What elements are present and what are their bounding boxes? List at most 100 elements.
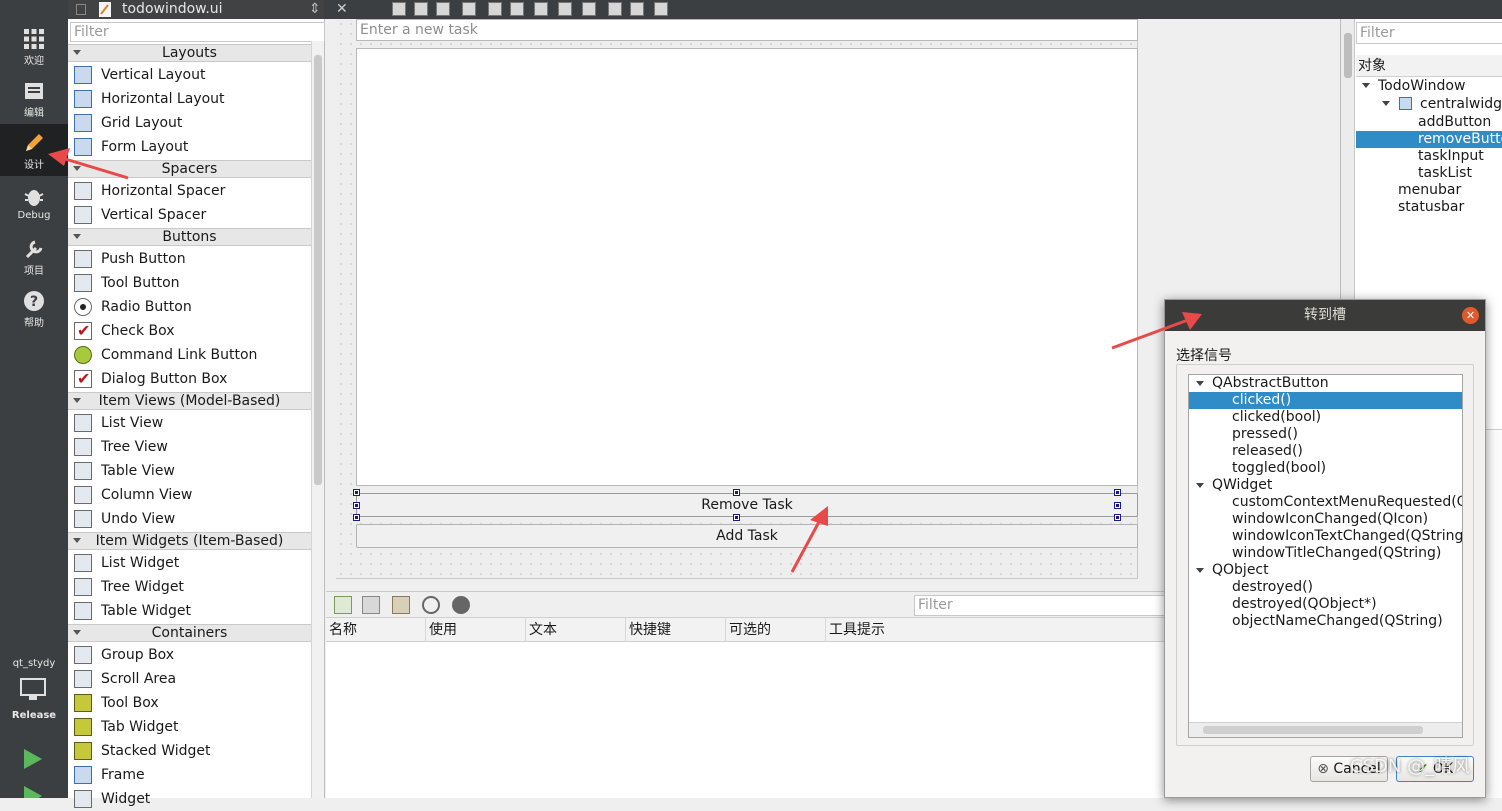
category-buttons[interactable]: Buttons: [68, 228, 311, 246]
signal-item[interactable]: released(): [1189, 443, 1462, 460]
object-item[interactable]: menubar: [1398, 182, 1461, 199]
widget-box-scrollbar[interactable]: [311, 41, 324, 798]
column-header[interactable]: 名称: [326, 618, 426, 642]
file-tab[interactable]: todowindow.ui ⇕: [68, 0, 324, 19]
category-containers[interactable]: Containers: [68, 624, 311, 642]
signal-item-selected[interactable]: clicked(): [1189, 392, 1462, 409]
selection-handle[interactable]: [1114, 489, 1121, 496]
signal-group[interactable]: QObject: [1189, 562, 1462, 579]
paste-icon[interactable]: [392, 596, 410, 614]
task-list-widget[interactable]: [356, 48, 1138, 486]
expand-arrow-icon[interactable]: [1362, 83, 1370, 88]
object-item[interactable]: taskList: [1418, 165, 1472, 182]
widget-item[interactable]: Push Button: [68, 247, 311, 271]
widget-item[interactable]: Tree Widget: [68, 575, 311, 599]
column-header[interactable]: 文本: [526, 618, 626, 642]
signal-item[interactable]: windowIconChanged(QIcon): [1189, 511, 1462, 528]
widget-item[interactable]: Widget: [68, 787, 311, 811]
selection-handle[interactable]: [1114, 514, 1121, 521]
layout-form-icon[interactable]: [582, 2, 596, 16]
signal-item[interactable]: objectNameChanged(QString): [1189, 613, 1462, 630]
mode-projects[interactable]: 项目: [0, 234, 68, 284]
object-item[interactable]: statusbar: [1398, 199, 1464, 216]
widget-item[interactable]: Table View: [68, 459, 311, 483]
mode-edit[interactable]: 编辑: [0, 76, 68, 126]
edit-signals-icon[interactable]: [414, 2, 428, 16]
widget-item[interactable]: Stacked Widget: [68, 739, 311, 763]
mode-design[interactable]: 设计: [0, 124, 68, 176]
horizontal-scrollbar[interactable]: [1189, 722, 1462, 737]
column-header[interactable]: 工具提示: [826, 618, 1166, 642]
break-layout-icon[interactable]: [630, 2, 644, 16]
signal-item[interactable]: windowIconTextChanged(QString): [1189, 528, 1462, 545]
widget-item[interactable]: List Widget: [68, 551, 311, 575]
close-icon[interactable]: ✕: [336, 0, 348, 19]
signal-item[interactable]: toggled(bool): [1189, 460, 1462, 477]
widget-item[interactable]: Horizontal Spacer: [68, 179, 311, 203]
widget-item[interactable]: Check Box: [68, 319, 311, 343]
widget-item[interactable]: Vertical Spacer: [68, 203, 311, 227]
category-spacers[interactable]: Spacers: [68, 160, 311, 178]
selection-handle[interactable]: [353, 502, 360, 509]
settings-gear-icon[interactable]: [452, 596, 470, 614]
signal-item[interactable]: windowTitleChanged(QString): [1189, 545, 1462, 562]
dropdown-chevron-icon[interactable]: ⇕: [309, 0, 321, 19]
widget-item[interactable]: Table Widget: [68, 599, 311, 623]
signal-item[interactable]: destroyed(): [1189, 579, 1462, 596]
form-canvas[interactable]: Enter a new task Remove Task Add Task: [336, 19, 1138, 579]
widget-item[interactable]: Undo View: [68, 507, 311, 531]
widget-item[interactable]: Tree View: [68, 435, 311, 459]
category-layouts[interactable]: Layouts: [68, 44, 311, 62]
layout-grid-icon[interactable]: [608, 2, 622, 16]
column-header[interactable]: 快捷键: [626, 618, 726, 642]
signal-item[interactable]: clicked(bool): [1189, 409, 1462, 426]
signal-item[interactable]: destroyed(QObject*): [1189, 596, 1462, 613]
widget-item[interactable]: Scroll Area: [68, 667, 311, 691]
widget-item[interactable]: Frame: [68, 763, 311, 787]
layout-splitter-v-icon[interactable]: [558, 2, 572, 16]
task-input-field[interactable]: Enter a new task: [356, 19, 1138, 41]
mode-help[interactable]: ? 帮助: [0, 286, 68, 336]
widget-item[interactable]: Form Layout: [68, 135, 311, 159]
remove-task-button[interactable]: Remove Task: [356, 493, 1138, 517]
signal-item[interactable]: customContextMenuRequested(QPoint): [1189, 494, 1462, 511]
selection-handle[interactable]: [1114, 502, 1121, 509]
widget-item[interactable]: Vertical Layout: [68, 63, 311, 87]
signal-group[interactable]: QWidget: [1189, 477, 1462, 494]
selection-handle[interactable]: [353, 489, 360, 496]
mode-debug[interactable]: Debug: [0, 182, 68, 232]
object-item[interactable]: taskInput: [1418, 148, 1484, 165]
scrollbar-thumb[interactable]: [314, 55, 322, 485]
expand-arrow-icon[interactable]: [1382, 101, 1390, 106]
object-item-selected[interactable]: removeButton: [1356, 131, 1502, 148]
run-icon[interactable]: [22, 747, 44, 771]
widget-item[interactable]: Command Link Button: [68, 343, 311, 367]
selection-handle[interactable]: [353, 514, 360, 521]
debug-run-icon[interactable]: [22, 784, 44, 798]
new-action-icon[interactable]: [334, 596, 352, 614]
adjust-size-icon[interactable]: [654, 2, 668, 16]
edit-tab-order-icon[interactable]: [462, 2, 476, 16]
edit-widgets-icon[interactable]: [392, 2, 406, 16]
scrollbar-thumb[interactable]: [1344, 33, 1352, 78]
mode-welcome[interactable]: 欢迎: [0, 24, 68, 74]
object-item[interactable]: centralwidget: [1420, 96, 1502, 113]
layout-horizontal-icon[interactable]: [488, 2, 502, 16]
object-item[interactable]: addButton: [1418, 114, 1491, 131]
widget-item[interactable]: Horizontal Layout: [68, 87, 311, 111]
widget-item[interactable]: Grid Layout: [68, 111, 311, 135]
widget-item[interactable]: Tab Widget: [68, 715, 311, 739]
edit-buddies-icon[interactable]: [436, 2, 450, 16]
build-target-selector[interactable]: Release: [0, 676, 68, 726]
object-filter-input[interactable]: Filter: [1356, 22, 1502, 44]
signal-item[interactable]: pressed(): [1189, 426, 1462, 443]
widget-filter-input[interactable]: Filter: [70, 22, 325, 42]
copy-icon[interactable]: [362, 596, 380, 614]
layout-vertical-icon[interactable]: [510, 2, 524, 16]
selection-handle[interactable]: [733, 489, 740, 496]
category-item-widgets[interactable]: Item Widgets (Item-Based): [68, 532, 311, 550]
delete-icon[interactable]: [422, 596, 440, 614]
close-icon[interactable]: ✕: [1462, 307, 1479, 324]
selection-handle[interactable]: [733, 514, 740, 521]
signal-group[interactable]: QAbstractButton: [1189, 375, 1462, 392]
